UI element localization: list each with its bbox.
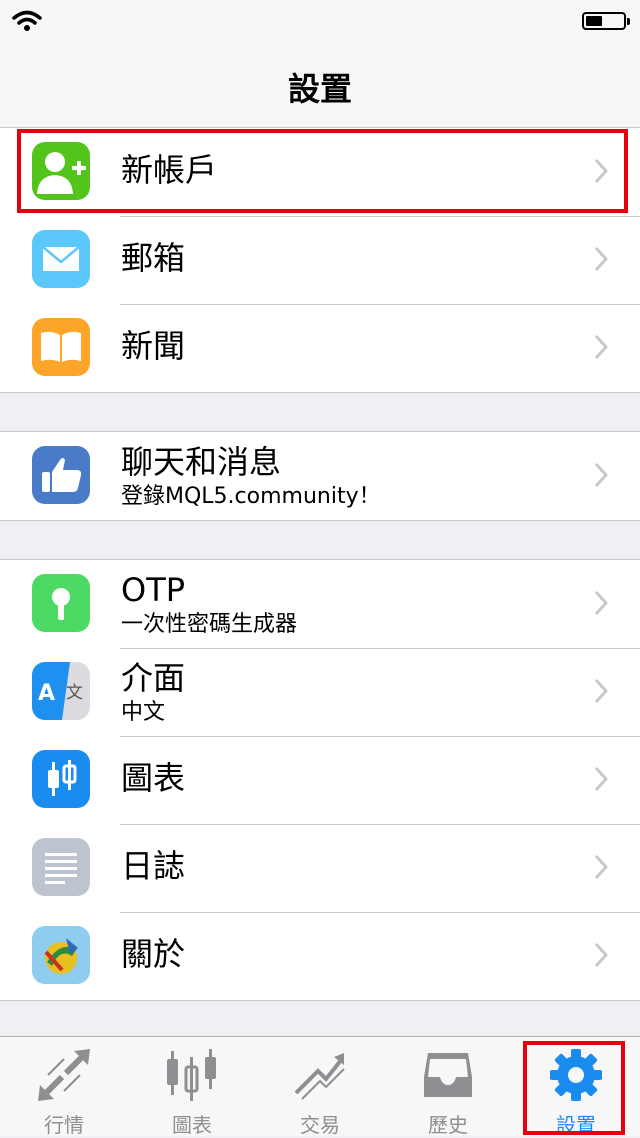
- item-label: 圖表: [121, 759, 186, 797]
- item-label: 聊天和消息: [121, 443, 282, 481]
- highlight-settings-tab: [523, 1041, 625, 1135]
- item-subtitle: 登錄MQL5.community！: [121, 484, 381, 509]
- chevron-right-icon: [594, 246, 608, 272]
- chevron-right-icon: [594, 854, 608, 880]
- item-label: 新聞: [121, 327, 186, 365]
- settings-item-chat[interactable]: 聊天和消息 登錄MQL5.community！: [0, 432, 640, 520]
- battery-icon: [582, 12, 630, 30]
- chevron-right-icon: [594, 942, 608, 968]
- tab-label: 交易: [300, 1113, 340, 1137]
- status-bar: [0, 0, 640, 40]
- tab-history[interactable]: 歷史: [384, 1037, 512, 1137]
- settings-item-news[interactable]: 新聞: [0, 304, 640, 392]
- inbox-icon: [424, 1053, 472, 1097]
- svg-text:文: 文: [66, 683, 83, 703]
- settings-group-community: 聊天和消息 登錄MQL5.community！: [0, 431, 640, 521]
- item-label: OTP: [121, 571, 186, 609]
- metatrader-logo-icon: [32, 926, 90, 984]
- keyhole-icon: [32, 574, 90, 632]
- settings-item-about[interactable]: 關於: [0, 912, 640, 1000]
- journal-icon: [32, 838, 90, 896]
- chevron-right-icon: [594, 334, 608, 360]
- tab-quotes[interactable]: 行情: [0, 1037, 128, 1137]
- item-label: 關於: [121, 935, 186, 973]
- tab-label: 圖表: [172, 1113, 212, 1137]
- candlestick-icon: [32, 750, 90, 808]
- svg-text:A: A: [38, 681, 55, 706]
- page-title: 設置: [287, 70, 352, 108]
- trade-icon: [294, 1053, 345, 1100]
- tab-trade[interactable]: 交易: [256, 1037, 384, 1137]
- item-label: 日誌: [121, 847, 186, 885]
- tab-label: 行情: [44, 1113, 84, 1137]
- book-icon: [32, 318, 90, 376]
- translate-icon: A 文: [32, 662, 90, 720]
- settings-group-general: OTP 一次性密碼生成器 A 文 介面 中文 圖表 日誌 關於: [0, 559, 640, 1001]
- wifi-icon: [12, 10, 42, 31]
- settings-item-charts[interactable]: 圖表: [0, 736, 640, 824]
- item-label: 介面: [121, 659, 186, 697]
- chart-candles-icon: [167, 1049, 216, 1101]
- navigation-bar: 設置: [0, 40, 640, 128]
- chevron-right-icon: [594, 678, 608, 704]
- chevron-right-icon: [594, 766, 608, 792]
- chevron-right-icon: [594, 590, 608, 616]
- chevron-right-icon: [594, 462, 608, 488]
- highlight-new-account: [17, 129, 628, 213]
- item-label: 郵箱: [121, 239, 186, 277]
- settings-item-interface[interactable]: A 文 介面 中文: [0, 648, 640, 736]
- settings-item-otp[interactable]: OTP 一次性密碼生成器: [0, 560, 640, 648]
- tab-label: 歷史: [428, 1113, 468, 1137]
- thumbs-up-icon: [32, 446, 90, 504]
- settings-item-journal[interactable]: 日誌: [0, 824, 640, 912]
- item-subtitle: 中文: [121, 700, 166, 725]
- quotes-arrows-icon: [38, 1049, 90, 1101]
- mail-icon: [32, 230, 90, 288]
- settings-item-mailbox[interactable]: 郵箱: [0, 216, 640, 304]
- tab-charts[interactable]: 圖表: [128, 1037, 256, 1137]
- item-subtitle: 一次性密碼生成器: [121, 612, 298, 637]
